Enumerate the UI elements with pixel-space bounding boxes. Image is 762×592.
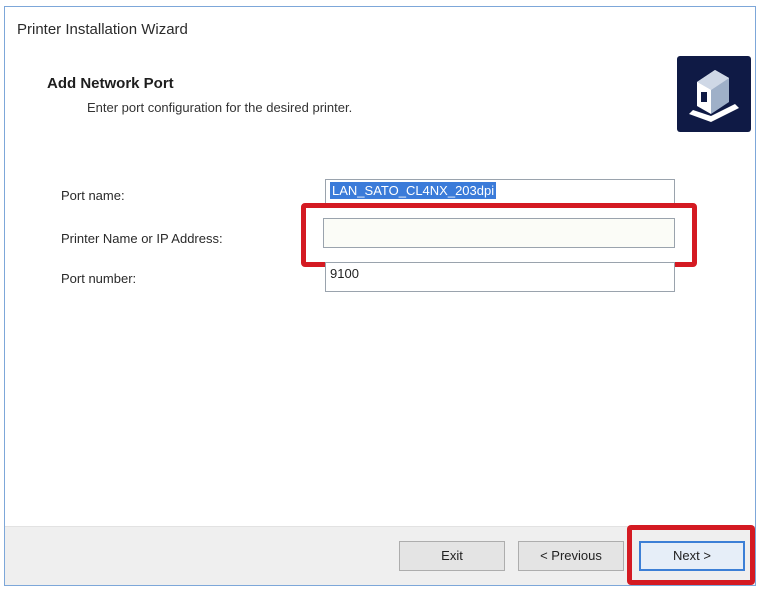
printer-name-label: Printer Name or IP Address: — [61, 231, 223, 246]
port-name-value: LAN_SATO_CL4NX_203dpi — [330, 182, 497, 199]
next-button[interactable]: Next > — [639, 541, 745, 571]
port-number-label: Port number: — [61, 271, 137, 286]
port-number-field[interactable]: 9100 — [325, 262, 675, 292]
exit-button[interactable]: Exit — [399, 541, 505, 571]
page-heading: Add Network Port — [47, 75, 174, 92]
printer-name-input[interactable] — [323, 218, 675, 248]
printer-icon-graphic — [689, 70, 739, 122]
wizard-window: Printer Installation Wizard Add Network … — [4, 6, 756, 586]
wizard-footer: Exit < Previous Next > — [5, 525, 755, 585]
port-number-value: 9100 — [330, 266, 359, 281]
previous-button[interactable]: < Previous — [518, 541, 624, 571]
page-subheading: Enter port configuration for the desired… — [87, 100, 353, 115]
printer-icon — [677, 56, 751, 132]
port-name-field[interactable]: LAN_SATO_CL4NX_203dpi — [325, 179, 675, 205]
window-title: Printer Installation Wizard — [17, 21, 188, 38]
port-name-label: Port name: — [61, 188, 125, 203]
